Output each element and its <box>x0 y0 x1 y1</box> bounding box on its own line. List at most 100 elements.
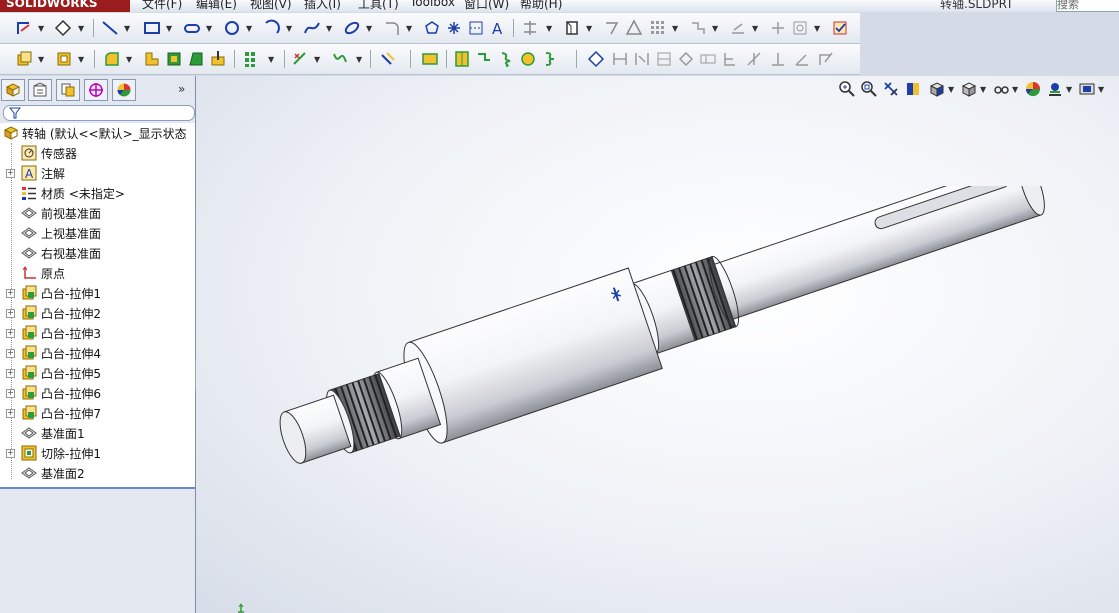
shell-icon[interactable] <box>164 49 184 69</box>
spline-icon[interactable] <box>302 18 322 38</box>
tree-item-boss-extrude-2[interactable]: + 凸台-拉伸2 <box>0 303 195 323</box>
size-dimension-icon[interactable] <box>610 49 630 69</box>
location-dimension-icon[interactable] <box>632 49 652 69</box>
auto-dimension-icon[interactable] <box>744 49 764 69</box>
edit-tolerance-icon[interactable] <box>816 49 836 69</box>
convert-entities-icon[interactable] <box>562 18 582 38</box>
perpendicular-icon[interactable] <box>768 49 788 69</box>
menu-tools[interactable]: 工具(T) <box>358 0 399 12</box>
menu-toolbox[interactable]: Toolbox <box>410 0 455 9</box>
property-manager-icon[interactable] <box>28 79 52 101</box>
feature-manager-icon[interactable] <box>1 79 25 101</box>
zoom-to-area-icon[interactable] <box>860 80 878 98</box>
dropdown-arrow-icon[interactable]: ▼ <box>406 24 412 33</box>
apply-scene-icon[interactable] <box>1046 80 1064 98</box>
tree-item-annotations[interactable]: + A 注解 <box>0 163 195 183</box>
graphics-viewport[interactable]: ▼ ▼ ▼ ▼ ▼ <box>196 76 1119 613</box>
loft-icon[interactable] <box>474 49 494 69</box>
fillet-feature-icon[interactable] <box>102 49 122 69</box>
extruded-cut-icon[interactable] <box>54 49 74 69</box>
pattern-icon[interactable] <box>242 49 262 69</box>
draft-icon[interactable] <box>186 49 206 69</box>
curves-icon[interactable] <box>330 49 350 69</box>
sweep-icon[interactable] <box>420 49 440 69</box>
pattern-feature-icon[interactable] <box>654 49 674 69</box>
circle-icon[interactable] <box>222 18 242 38</box>
dropdown-arrow-icon[interactable]: ▼ <box>326 24 332 33</box>
dropdown-arrow-icon[interactable]: ▼ <box>38 24 44 33</box>
edit-appearance-icon[interactable] <box>1024 80 1042 98</box>
text-icon[interactable]: A <box>488 18 508 38</box>
dropdown-arrow-icon[interactable]: ▼ <box>206 24 212 33</box>
line-icon[interactable] <box>100 18 120 38</box>
dropdown-arrow-icon[interactable]: ▼ <box>246 24 252 33</box>
zoom-to-fit-icon[interactable] <box>838 80 856 98</box>
dimxpert-icon[interactable] <box>586 49 606 69</box>
offset-entities-icon[interactable] <box>602 18 622 38</box>
expand-plus-icon[interactable]: + <box>6 349 15 358</box>
tree-item-material[interactable]: 材质 <未指定> <box>0 183 195 203</box>
move-entities-icon[interactable] <box>688 18 708 38</box>
dropdown-arrow-icon[interactable]: ▼ <box>314 55 320 64</box>
tree-item-cut-extrude-1[interactable]: + 切除-拉伸1 <box>0 443 195 463</box>
dropdown-arrow-icon[interactable]: ▼ <box>814 24 820 33</box>
menu-window[interactable]: 窗口(W) <box>464 0 509 12</box>
dropdown-arrow-icon[interactable]: ▼ <box>672 24 678 33</box>
expand-plus-icon[interactable]: + <box>6 389 15 398</box>
feature-filter-input[interactable] <box>3 105 195 121</box>
dimxpert-icon[interactable] <box>84 79 108 101</box>
expand-plus-icon[interactable]: + <box>6 409 15 418</box>
dropdown-arrow-icon[interactable]: ▼ <box>1012 85 1018 94</box>
expand-plus-icon[interactable]: + <box>6 329 15 338</box>
dropdown-arrow-icon[interactable]: ▼ <box>268 55 274 64</box>
tree-item-front-plane[interactable]: 前视基准面 <box>0 203 195 223</box>
menu-view[interactable]: 视图(V) <box>250 0 292 12</box>
tolerance-status-icon[interactable] <box>720 49 740 69</box>
panel-more-chevron-icon[interactable]: » <box>178 82 185 96</box>
tree-item-plane-1[interactable]: 基准面1 <box>0 423 195 443</box>
dropdown-arrow-icon[interactable]: ▼ <box>980 85 986 94</box>
shaft-3d-model[interactable] <box>260 186 1119 476</box>
dropdown-arrow-icon[interactable]: ▼ <box>124 24 130 33</box>
tree-item-right-plane[interactable]: 右视基准面 <box>0 243 195 263</box>
expand-plus-icon[interactable]: + <box>6 449 15 458</box>
hole-wizard-icon[interactable] <box>208 49 228 69</box>
tree-item-boss-extrude-7[interactable]: + 凸台-拉伸7 <box>0 403 195 423</box>
view-settings-icon[interactable] <box>1078 80 1096 98</box>
linear-pattern-icon[interactable] <box>648 18 668 38</box>
reference-geometry-icon[interactable] <box>290 49 310 69</box>
quick-snaps-icon[interactable] <box>768 18 788 38</box>
expand-plus-icon[interactable]: + <box>6 309 15 318</box>
fillet-icon[interactable] <box>382 18 402 38</box>
tree-item-boss-extrude-1[interactable]: + 凸台-拉伸1 <box>0 283 195 303</box>
sketch-icon[interactable] <box>14 18 34 38</box>
dropdown-arrow-icon[interactable]: ▼ <box>752 24 758 33</box>
view-orientation-icon[interactable] <box>928 80 946 98</box>
tree-item-top-plane[interactable]: 上视基准面 <box>0 223 195 243</box>
dropdown-arrow-icon[interactable]: ▼ <box>1098 85 1104 94</box>
tree-item-part-root[interactable]: 转轴 (默认<<默认>_显示状态 <box>0 123 195 143</box>
dropdown-arrow-icon[interactable]: ▼ <box>948 85 954 94</box>
repair-sketch-icon[interactable] <box>830 18 850 38</box>
ellipse-icon[interactable] <box>342 18 362 38</box>
dropdown-arrow-icon[interactable]: ▼ <box>166 24 172 33</box>
geometric-tolerance-icon[interactable] <box>698 49 718 69</box>
datum-icon[interactable] <box>676 49 696 69</box>
arc-icon[interactable] <box>262 18 282 38</box>
mirror-entities-icon[interactable] <box>624 18 644 38</box>
trim-icon[interactable] <box>520 18 540 38</box>
tree-item-boss-extrude-4[interactable]: + 凸台-拉伸4 <box>0 343 195 363</box>
spring-icon[interactable] <box>540 49 560 69</box>
configuration-manager-icon[interactable] <box>56 79 80 101</box>
revolved-boss-icon[interactable] <box>452 49 472 69</box>
tree-item-sensors[interactable]: 传感器 <box>0 143 195 163</box>
rapid-sketch-icon[interactable] <box>790 18 810 38</box>
helix-icon[interactable] <box>496 49 516 69</box>
smart-dimension-icon[interactable] <box>53 18 73 38</box>
section-view-icon[interactable] <box>904 80 922 98</box>
dropdown-arrow-icon[interactable]: ▼ <box>286 24 292 33</box>
display-relations-icon[interactable] <box>728 18 748 38</box>
tree-item-boss-extrude-3[interactable]: + 凸台-拉伸3 <box>0 323 195 343</box>
dropdown-arrow-icon[interactable]: ▼ <box>546 24 552 33</box>
dropdown-arrow-icon[interactable]: ▼ <box>78 55 84 64</box>
